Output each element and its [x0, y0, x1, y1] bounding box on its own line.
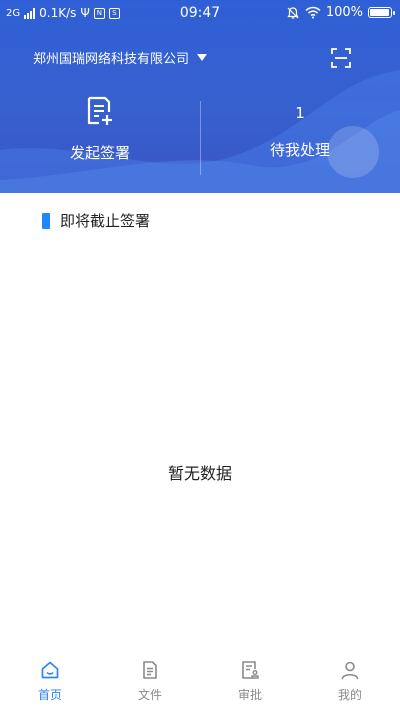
tab-profile[interactable]: 我的: [300, 648, 400, 711]
section-header: 即将截止签署: [42, 210, 150, 231]
mute-bell-icon: [287, 6, 299, 19]
tab-approval-label: 审批: [237, 688, 262, 702]
user-icon: [341, 661, 359, 680]
start-sign-label: 发起签署: [69, 144, 130, 162]
add-document-icon: [87, 96, 112, 125]
empty-state-text: 暂无数据: [167, 464, 232, 483]
tab-home-label: 首页: [37, 688, 62, 702]
caret-down-icon: [197, 54, 208, 61]
home-icon: [41, 661, 59, 679]
company-name: 郑州国瑞网络科技有限公司: [33, 52, 190, 67]
approval-icon: [242, 661, 259, 679]
battery-percent: 100%: [325, 5, 363, 20]
tab-files[interactable]: 文件: [100, 648, 200, 711]
header-divider: [200, 101, 201, 175]
company-selector[interactable]: 郑州国瑞网络科技有限公司: [33, 48, 208, 67]
start-sign-button[interactable]: 发起签署: [40, 96, 160, 166]
scan-icon[interactable]: [330, 47, 352, 69]
header-banner: 2G 0.1K/s Ψ N S 09:47 100% 郑州国瑞网络科技有限公司 …: [0, 0, 400, 193]
status-bar: 2G 0.1K/s Ψ N S 09:47 100%: [0, 0, 400, 28]
tab-approval[interactable]: 审批: [200, 648, 300, 711]
file-icon: [143, 661, 157, 679]
battery-icon: [368, 7, 395, 18]
tab-home[interactable]: 首页: [0, 648, 100, 711]
tab-files-label: 文件: [137, 688, 162, 702]
section-accent-bar: [42, 212, 50, 229]
pending-tasks-button[interactable]: 1 待我处理: [230, 102, 370, 166]
pending-count: 1: [295, 104, 305, 122]
pending-label: 待我处理: [269, 141, 330, 159]
wifi-icon: [305, 6, 321, 19]
section-title: 即将截止签署: [60, 212, 151, 230]
tab-profile-label: 我的: [337, 688, 362, 702]
bottom-tab-bar: 首页 文件 审批 我的: [0, 648, 400, 711]
